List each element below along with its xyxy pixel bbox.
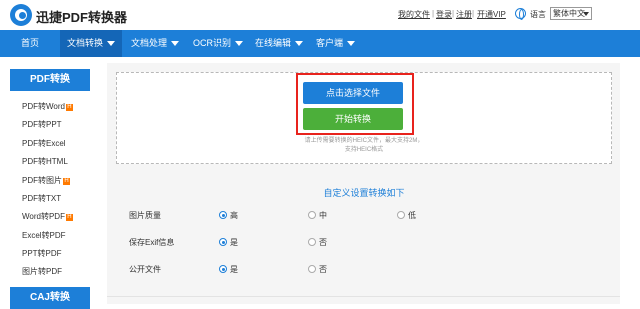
sidebar-item-label: PDF转Excel (22, 139, 66, 148)
sidebar-item-label: PDF转TXT (22, 194, 62, 203)
hot-badge: H (65, 104, 73, 111)
settings-title: 自定义设置转换如下 (323, 188, 405, 198)
nav-client[interactable]: 客户端 (316, 30, 356, 57)
caret-down-icon (347, 41, 356, 47)
upload-hint: 请上传需要转换的HEIC文件，最大支持2M， 支持HEIC格式 (240, 137, 488, 155)
language-label: 语言 (530, 10, 546, 19)
login-link-label[interactable]: 登录 (436, 10, 452, 19)
sidebar-item-label: Word转PDF (22, 212, 65, 221)
sidebar-item-label: PDF转PPT (22, 120, 62, 129)
top-bar: 迅捷PDF转换器 我的文件 | 登录 | 注册 | 开通VIP 语言 繁体中文 (0, 0, 640, 30)
nav-home-label: 首页 (20, 38, 39, 48)
sidebar-item-label: 图片转PDF (22, 267, 62, 276)
my-files-link[interactable]: 我的文件 (398, 9, 430, 20)
upload-hint-line: 支持HEIC格式 (344, 147, 384, 153)
upload-hint-line: 请上传需要转换的HEIC文件，最大支持2M， (304, 138, 424, 144)
sidebar: PDF转换 PDF转Word H PDF转PPT PDF转Excel PDF转HT… (10, 69, 90, 309)
caret-down-icon (107, 41, 115, 47)
quality-high-radio[interactable] (219, 211, 227, 219)
nav-client-label: 客户端 (316, 38, 344, 48)
public-no-radio[interactable] (308, 265, 316, 273)
sidebar-item-pdf-to-html[interactable]: PDF转HTML (22, 156, 68, 167)
image-quality-label: 图片质量 (129, 211, 161, 220)
my-files-link-label[interactable]: 我的文件 (398, 10, 430, 19)
language-select[interactable]: 繁体中文 (550, 7, 592, 20)
public-yes-radio[interactable] (219, 265, 227, 273)
nav-ocr[interactable]: OCR识别 (193, 30, 243, 57)
login-link[interactable]: 登录 (436, 9, 452, 20)
sidebar-item-image-to-pdf[interactable]: 图片转PDF (22, 266, 62, 277)
exif-no-label: 否 (319, 238, 327, 247)
sidebar-item-pdf-to-excel[interactable]: PDF转Excel (22, 138, 66, 149)
exif-no-radio[interactable] (308, 238, 316, 246)
sidebar-item-word-to-pdf[interactable]: Word转PDF H (22, 211, 73, 222)
start-convert-button[interactable]: 开始转换 (303, 108, 403, 130)
vip-link[interactable]: 开通VIP (477, 9, 506, 20)
select-file-button[interactable]: 点击选择文件 (303, 82, 403, 104)
sidebar-item-pdf-to-image[interactable]: PDF转图片 H (22, 175, 70, 186)
exif-yes-label: 是 (230, 238, 238, 247)
sidebar-item-ppt-to-pdf[interactable]: PPT转PDF (22, 248, 62, 259)
quality-medium-radio[interactable] (308, 211, 316, 219)
caret-down-icon (171, 41, 180, 47)
quality-low-radio[interactable] (397, 211, 405, 219)
sidebar-item-label: PDF转图片 (22, 176, 62, 185)
save-exif-label: 保存Exif信息 (129, 238, 175, 247)
quality-high-label: 高 (230, 211, 238, 220)
nav-online-edit[interactable]: 在线编辑 (255, 30, 304, 57)
exif-yes-radio[interactable] (219, 238, 227, 246)
sidebar-item-pdf-to-ppt[interactable]: PDF转PPT (22, 119, 62, 130)
hot-badge: H (65, 214, 73, 221)
nav-ocr-label: OCR识别 (193, 38, 231, 48)
sidebar-item-label: PDF转HTML (22, 157, 68, 166)
public-no-label: 否 (319, 265, 327, 274)
sidebar-item-label: PPT转PDF (22, 249, 62, 258)
register-link-label[interactable]: 注册 (456, 10, 472, 19)
app-logo-icon (10, 4, 32, 26)
hot-badge: H (63, 178, 70, 185)
sidebar-item-label: PDF转Word (22, 102, 65, 111)
divider: | (432, 9, 435, 18)
nav-online-edit-label: 在线编辑 (255, 38, 292, 48)
vip-link-label[interactable]: 开通VIP (477, 10, 506, 19)
sidebar-item-pdf-to-word[interactable]: PDF转Word H (22, 101, 73, 112)
nav-doc-process-label: 文档处理 (131, 38, 168, 48)
sidebar-item-pdf-to-txt[interactable]: PDF转TXT (22, 193, 61, 204)
register-link[interactable]: 注册 (456, 9, 472, 20)
divider (107, 296, 620, 297)
sidebar-item-label: Excel转PDF (22, 231, 66, 240)
brand-title: 迅捷PDF转换器 (36, 10, 128, 25)
divider: | (472, 9, 475, 18)
chevron-down-icon (583, 12, 589, 16)
nav-home[interactable]: 首页 (0, 30, 60, 57)
caret-down-icon (295, 41, 304, 47)
nav-doc-convert[interactable]: 文档转换 (60, 30, 122, 57)
nav-doc-convert-label: 文档转换 (66, 38, 103, 48)
sidebar-item-excel-to-pdf[interactable]: Excel转PDF (22, 230, 66, 241)
caret-down-icon (235, 41, 243, 47)
quality-medium-label: 中 (319, 211, 327, 220)
main-nav: 首页 文档转换 文档处理 OCR识别 在线编辑 客户端 (0, 30, 640, 57)
globe-icon (515, 8, 526, 20)
language-select-value: 繁体中文 (553, 9, 585, 18)
public-yes-label: 是 (230, 265, 238, 274)
sidebar-section-caj: CAJ转换 (10, 287, 90, 309)
nav-doc-process[interactable]: 文档处理 (131, 30, 180, 57)
public-file-label: 公开文件 (129, 265, 161, 274)
sidebar-section-pdf: PDF转换 (10, 69, 90, 91)
divider: | (452, 9, 455, 18)
quality-low-label: 低 (408, 211, 416, 220)
